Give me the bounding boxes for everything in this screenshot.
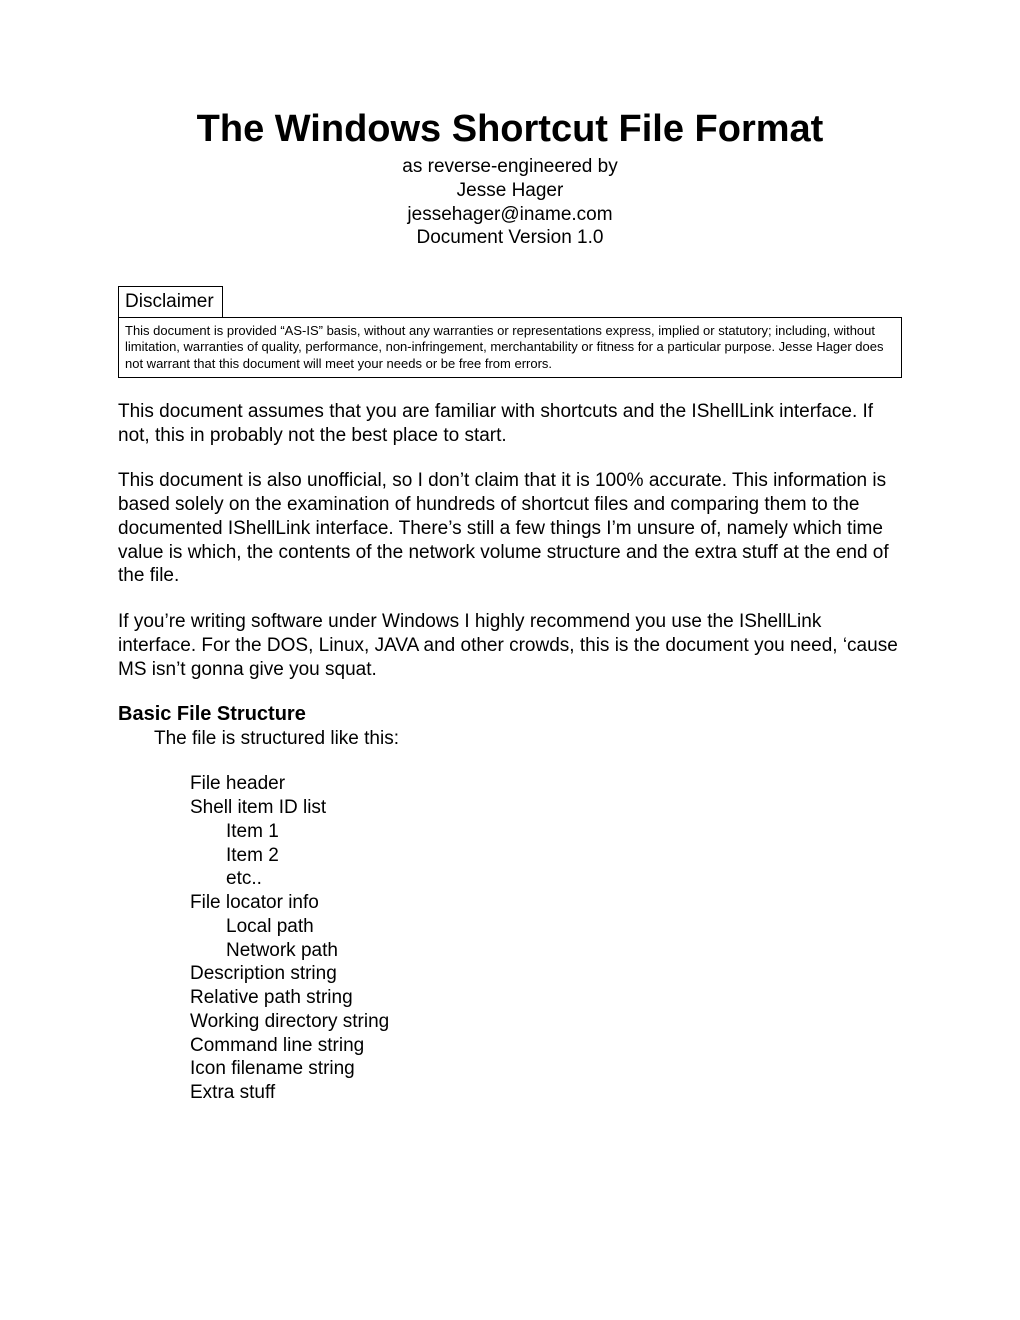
intro-paragraph-3: If you’re writing software under Windows… — [118, 610, 902, 681]
list-item: etc.. — [226, 867, 902, 891]
list-item: Icon filename string — [190, 1057, 902, 1081]
section-intro: The file is structured like this: — [154, 728, 902, 750]
disclaimer-box: Disclaimer This document is provided “AS… — [118, 286, 902, 378]
intro-paragraph-2: This document is also unofficial, so I d… — [118, 469, 902, 588]
author-email: jessehager@iname.com — [118, 203, 902, 227]
subtitle-line: as reverse-engineered by — [118, 155, 902, 179]
list-item: File locator info — [190, 891, 902, 915]
list-item: Shell item ID list — [190, 796, 902, 820]
intro-paragraph-1: This document assumes that you are famil… — [118, 400, 902, 448]
list-item: Working directory string — [190, 1010, 902, 1034]
document-version: Document Version 1.0 — [118, 226, 902, 250]
list-item: Description string — [190, 962, 902, 986]
list-item: Item 2 — [226, 844, 902, 868]
disclaimer-body: This document is provided “AS-IS” basis,… — [118, 317, 902, 378]
subtitle-block: as reverse-engineered by Jesse Hager jes… — [118, 155, 902, 250]
file-structure-list: File header Shell item ID list Item 1 It… — [190, 772, 902, 1105]
list-item: File header — [190, 772, 902, 796]
author-name: Jesse Hager — [118, 179, 902, 203]
disclaimer-label: Disclaimer — [118, 286, 223, 317]
list-item: Item 1 — [226, 820, 902, 844]
section-heading: Basic File Structure — [118, 703, 902, 726]
list-item: Command line string — [190, 1034, 902, 1058]
list-item: Extra stuff — [190, 1081, 902, 1105]
document-title: The Windows Shortcut File Format — [118, 108, 902, 151]
list-item: Local path — [226, 915, 902, 939]
list-item: Relative path string — [190, 986, 902, 1010]
list-item: Network path — [226, 939, 902, 963]
